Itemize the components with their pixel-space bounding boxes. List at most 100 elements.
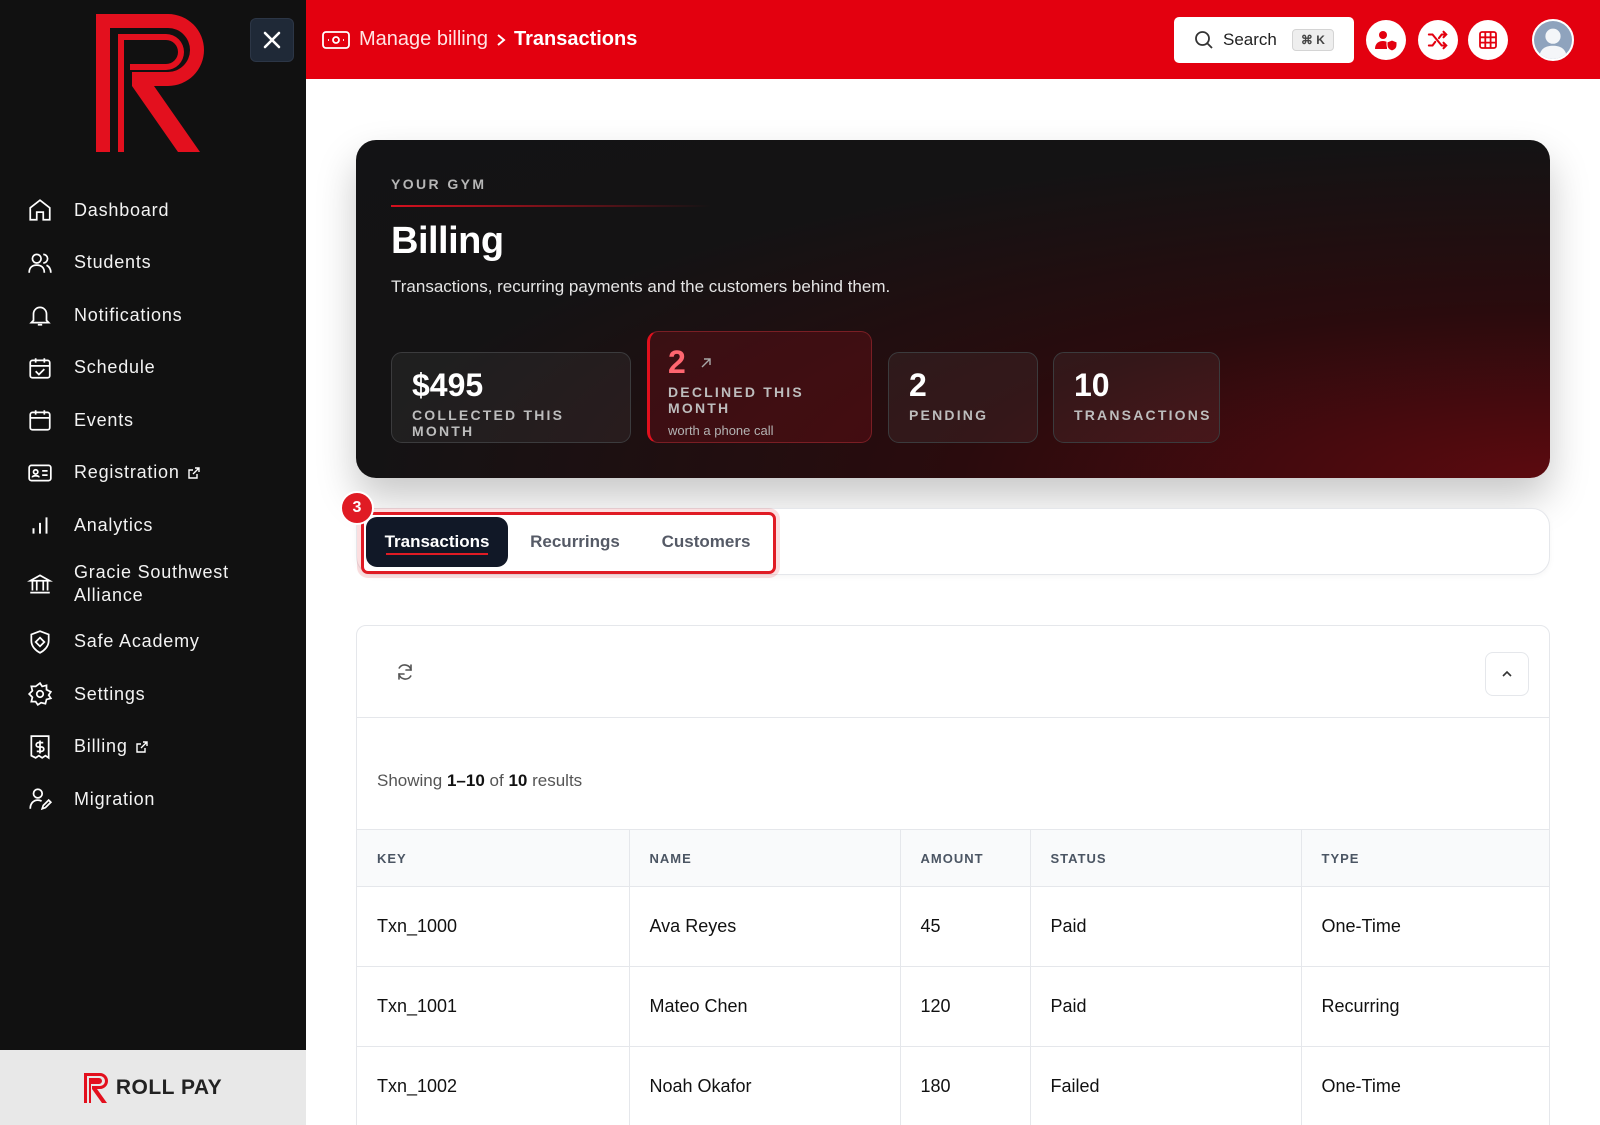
tab-customers[interactable]: Customers [644,517,768,567]
home-icon [26,196,54,224]
sidebar-item-label: Schedule [74,357,156,378]
stat-pending-label: PENDING [909,407,989,423]
dollar-doc-icon [26,733,54,761]
user-security-button[interactable] [1366,20,1406,60]
sidebar-item-label: Gracie Southwest Alliance [74,561,229,605]
column-header-name[interactable]: NAME [628,829,900,887]
billing-hero-card: YOUR GYM Billing Transactions, recurring… [356,140,1550,478]
shuffle-button[interactable] [1418,20,1458,60]
cell-type: One-Time [1300,1046,1549,1125]
stat-collected-value: $495 [412,367,484,403]
results-range: 1–10 [446,771,485,790]
chevron-up-icon [1502,670,1512,677]
stat-pending-value: 2 [909,367,927,403]
sidebar-footer-brand: ROLL PAY [0,1050,306,1125]
sidebar-item-events[interactable]: Events [0,394,306,447]
sidebar-item-label: Notifications [74,304,183,325]
top-bar: Manage billing Transactions Search ⌘ K [306,0,1600,79]
grid-icon [1479,31,1497,49]
table-row[interactable]: Txn_1000 Ava Reyes 45 Paid One-Time [357,886,1549,967]
search-icon [1195,31,1213,49]
stat-transactions-value: 10 [1074,367,1110,403]
stat-declined[interactable]: 2 DECLINED THIS MONTH worth a phone call [647,331,872,443]
arrow-up-right-icon [700,357,712,369]
cell-amount: 45 [899,886,1030,967]
refresh-button[interactable] [393,660,417,684]
sidebar-item-label: Analytics [74,514,154,535]
stat-declined-note: worth a phone call [668,423,774,438]
stat-declined-value: 2 [668,344,686,380]
billing-cash-icon [322,30,350,49]
tab-transactions[interactable]: Transactions [366,517,508,567]
column-header-amount[interactable]: AMOUNT [899,829,1030,887]
sidebar-item-dashboard[interactable]: Dashboard [0,184,306,237]
sidebar-item-label: Dashboard [74,199,170,220]
sidebar-item-gracie-southwest-alliance[interactable]: Gracie Southwest Alliance [0,552,306,616]
external-link-icon [187,466,201,480]
sidebar-item-label: Registration [74,462,180,483]
cell-status: Failed [1029,1046,1301,1125]
shield-icon [26,628,54,656]
search-button[interactable]: Search ⌘ K [1174,17,1354,63]
bank-icon [26,570,54,598]
cell-type: Recurring [1300,966,1549,1047]
sidebar-item-label: Billing [74,736,128,757]
stat-pending: 2 PENDING [888,352,1038,443]
stat-transactions-label: TRANSACTIONS [1074,407,1212,423]
sidebar-item-notifications[interactable]: Notifications [0,289,306,342]
gear-icon [26,680,54,708]
sidebar-item-students[interactable]: Students [0,237,306,290]
hero-eyebrow: YOUR GYM [391,176,487,192]
results-suffix: results [532,771,583,790]
cell-type: One-Time [1300,886,1549,967]
avatar[interactable] [1532,19,1574,61]
results-total: 10 [508,771,528,790]
sidebar-item-registration[interactable]: Registration [0,447,306,500]
eyebrow-divider [391,205,711,207]
close-sidebar-button[interactable] [250,18,294,62]
app-root: Dashboard Students Notifications Schedul… [0,0,1600,1125]
external-link-icon [135,740,149,754]
cell-key: Txn_1000 [357,886,629,967]
sidebar-item-label: Events [74,409,134,430]
breadcrumb-current: Transactions [513,28,638,50]
stat-collected: $495 COLLECTED THIS MONTH [391,352,631,443]
step-badge: 3 [340,491,374,525]
sidebar-item-settings[interactable]: Settings [0,668,306,721]
calendar-check-icon [26,354,54,382]
sidebar-item-schedule[interactable]: Schedule [0,342,306,395]
tab-recurrings[interactable]: Recurrings [516,517,634,567]
search-label: Search [1223,30,1277,49]
column-header-type[interactable]: TYPE [1300,829,1549,887]
cell-status: Paid [1029,966,1301,1047]
column-header-status[interactable]: STATUS [1029,829,1301,887]
grid-apps-button[interactable] [1468,20,1508,60]
sidebar-item-label: Students [74,252,152,273]
chevron-right-icon [495,33,507,47]
panel-toolbar [357,626,1549,718]
table-row[interactable]: Txn_1001 Mateo Chen 120 Paid Recurring [357,966,1549,1047]
cell-key: Txn_1001 [357,966,629,1047]
sidebar-item-migration[interactable]: Migration [0,773,306,826]
page-subtitle: Transactions, recurring payments and the… [391,277,891,296]
users-icon [26,249,54,277]
transactions-table: KEY NAME AMOUNT STATUS TYPE Txn_1000 Ava… [357,829,1549,1125]
column-header-key[interactable]: KEY [357,829,629,887]
collapse-button[interactable] [1485,652,1529,696]
stat-declined-label: DECLINED THIS MONTH [668,384,804,416]
sidebar-item-billing[interactable]: Billing [0,721,306,774]
cell-amount: 180 [899,1046,1030,1125]
sidebar-item-analytics[interactable]: Analytics [0,499,306,552]
breadcrumb: Manage billing Transactions [322,28,637,51]
active-tab-underline [386,553,488,555]
calendar-icon [26,406,54,434]
breadcrumb-manage-billing[interactable]: Manage billing [359,28,488,51]
sidebar-item-safe-academy[interactable]: Safe Academy [0,616,306,669]
table-row[interactable]: Txn_1002 Noah Okafor 180 Failed One-Time [357,1046,1549,1125]
table-header-row: KEY NAME AMOUNT STATUS TYPE [357,829,1549,887]
tab-label: Recurrings [530,532,620,551]
results-prefix: Showing [377,771,443,790]
user-edit-icon [26,785,54,813]
stat-collected-label: COLLECTED THIS MONTH [412,407,565,439]
footer-brand-text: ROLL PAY [115,1075,223,1099]
